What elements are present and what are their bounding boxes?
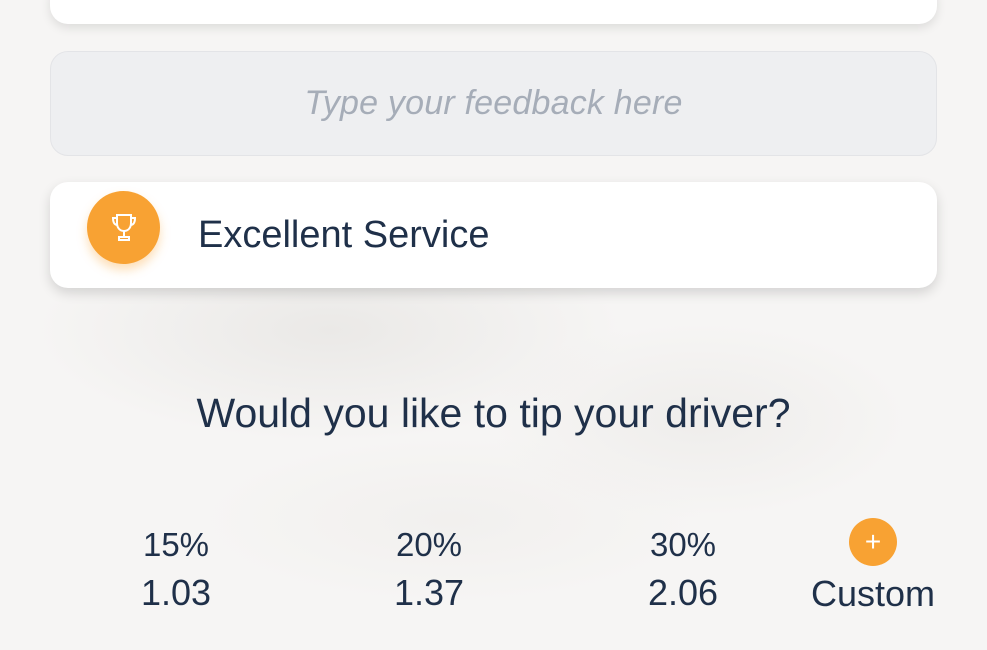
tip-amount: 1.37 [393, 572, 465, 613]
tip-option-custom[interactable]: + Custom [800, 518, 946, 619]
trophy-icon [87, 191, 160, 264]
tip-option-30[interactable]: 30% 2.06 [613, 522, 753, 618]
service-label: Excellent Service [198, 214, 490, 256]
feedback-placeholder: Type your feedback here [304, 84, 683, 122]
custom-label: Custom [810, 573, 936, 614]
tip-amount: 2.06 [647, 572, 719, 613]
excellent-service-option[interactable]: Excellent Service [50, 182, 937, 288]
tip-amount: 1.03 [140, 572, 212, 613]
plus-icon: + [849, 518, 897, 566]
tip-option-20[interactable]: 20% 1.37 [359, 522, 499, 618]
feedback-input[interactable]: Type your feedback here [50, 51, 937, 156]
tip-question: Would you like to tip your driver? [196, 390, 791, 436]
tip-option-15[interactable]: 15% 1.03 [106, 522, 246, 618]
tip-percent: 30% [649, 526, 717, 563]
tip-percent: 20% [395, 526, 463, 563]
previous-card [50, 0, 937, 24]
tip-percent: 15% [142, 526, 210, 563]
